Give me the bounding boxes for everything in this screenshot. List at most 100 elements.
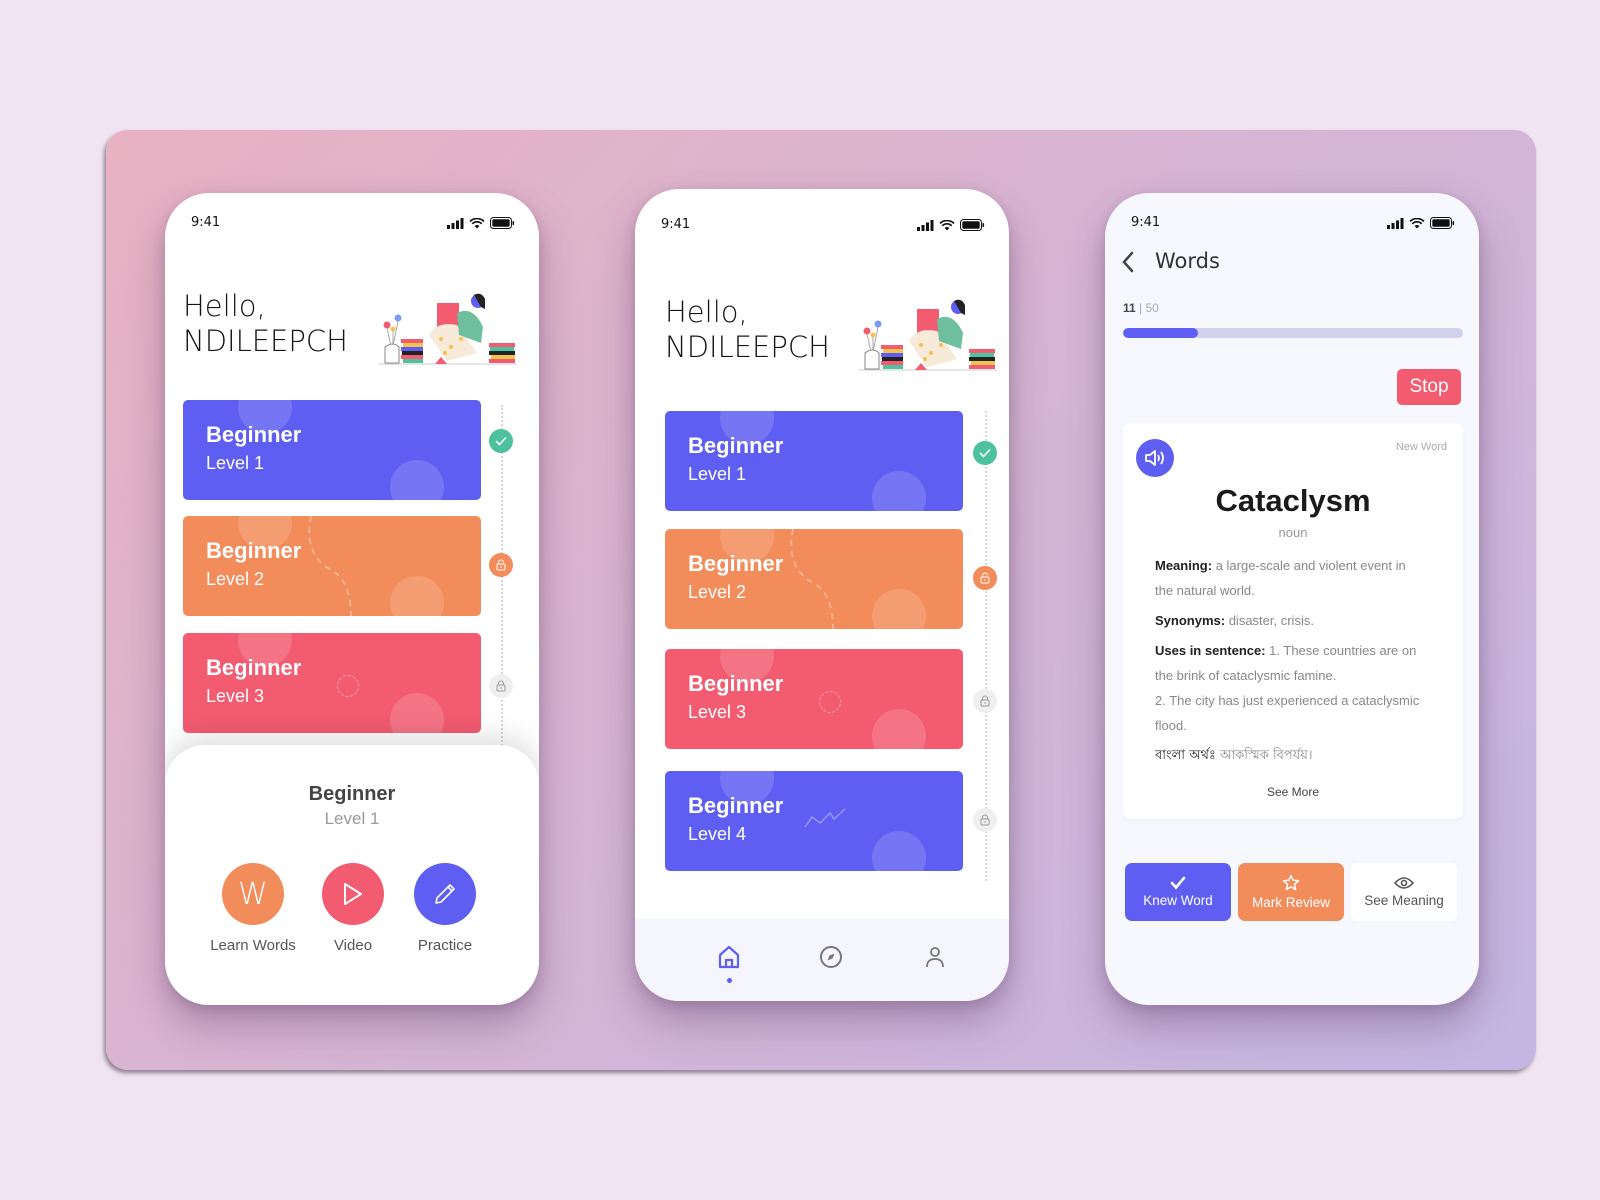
reading-illustration-icon [379,293,517,365]
level-card-4[interactable]: Beginner Level 4 [665,771,963,871]
back-button[interactable] [1121,251,1135,278]
status-time: 9:41 [661,217,691,232]
greeting: Hello, NDILEEPCH [183,289,348,359]
meaning-row: Meaning: a large-scale and violent event… [1155,553,1423,603]
practice-button[interactable]: Practice [400,863,490,954]
play-icon [344,883,362,905]
wifi-icon [939,219,955,230]
greeting: Hello, NDILEEPCH [665,295,830,365]
level-title: Beginner [206,422,302,447]
signal-icon [447,217,464,229]
uses-sentence-2: 2. The city has just experienced a catac… [1155,693,1420,733]
level-title: Beginner [688,433,784,458]
see-more-link[interactable]: See More [1123,785,1463,799]
level-card-2[interactable]: Beginner Level 2 [183,516,481,616]
level-title: Beginner [206,538,302,563]
lock-icon [496,680,506,692]
progress-bar [1123,328,1463,338]
synonyms-row: Synonyms: disaster, crisis. [1155,608,1423,633]
level-title: Beginner [688,671,784,696]
see-meaning-button[interactable]: See Meaning [1351,863,1457,921]
knew-word-button[interactable]: Knew Word [1125,863,1231,921]
video-button[interactable]: Video [308,863,398,954]
status-time: 9:41 [1131,215,1161,230]
unlock-icon [980,572,990,584]
synonyms-label: Synonyms: [1155,613,1226,628]
stop-button[interactable]: Stop [1397,369,1461,405]
level-2-unlocked-badge [973,566,997,590]
learn-words-label: Learn Words [210,937,296,954]
star-icon [1282,874,1300,891]
tab-home[interactable] [716,944,744,972]
battery-icon [1430,217,1455,229]
pronounce-button[interactable] [1136,439,1174,477]
signal-icon [1387,217,1404,229]
level-action-sheet: Beginner Level 1 W Learn Words Video Pra… [165,745,539,1005]
page-title: Words [1155,249,1220,273]
user-icon [926,947,944,968]
part-of-speech: noun [1278,525,1308,540]
unlock-icon [496,559,506,571]
progress-label: 11 | 50 [1123,301,1159,315]
uses-label: Uses in sentence: [1155,643,1266,658]
level-subtitle: Level 3 [206,686,265,706]
level-card-2[interactable]: Beginner Level 2 [665,529,963,629]
sheet-title: Beginner [308,783,396,805]
tab-explore[interactable] [818,944,846,972]
status-bar: 9:41 [635,211,1009,232]
see-meaning-label: See Meaning [1364,893,1444,908]
progress-separator: | [1139,301,1143,315]
level-1-completed-badge [489,429,513,453]
word-card: New Word Cataclysm noun Meaning: a large… [1123,423,1463,819]
wifi-icon [469,217,485,228]
level-subtitle: Level 3 [688,702,747,722]
practice-label: Practice [417,937,473,954]
progress-current: 11 [1123,301,1136,315]
level-card-1[interactable]: Beginner Level 1 [183,400,481,500]
home-icon [718,945,740,969]
check-icon [979,448,991,458]
letter-w-icon: W [238,876,268,912]
check-icon [495,436,507,446]
new-word-tag: New Word [1395,441,1447,453]
level-card-3[interactable]: Beginner Level 3 [183,633,481,733]
bottom-tab-bar [635,919,1009,1001]
greeting-text: Hello, [665,295,748,329]
eye-icon [1394,877,1414,889]
active-tab-indicator [727,978,732,983]
level-2-unlocked-badge [489,553,513,577]
level-3-locked-badge [973,689,997,713]
status-bar: 9:41 [1105,215,1479,235]
level-card-3[interactable]: Beginner Level 3 [665,649,963,749]
level-title: Beginner [688,551,784,576]
check-icon [1170,876,1186,890]
phone-words: 9:41 Words 11 | 50 Stop New Word Catacly… [1105,193,1479,1005]
mark-review-label: Mark Review [1251,895,1330,910]
greeting-text: Hello, [183,289,266,323]
learn-words-button[interactable]: W Learn Words [208,863,298,954]
level-card-1[interactable]: Beginner Level 1 [665,411,963,511]
battery-icon [490,217,515,229]
speaker-icon [1145,450,1164,466]
level-title: Beginner [688,793,784,818]
pencil-icon [435,884,455,904]
level-timeline [501,405,503,765]
level-subtitle: Level 2 [688,582,747,602]
username: NDILEEPCH [183,324,348,358]
status-bar: 9:41 [165,215,539,235]
meaning-label: Meaning: [1155,558,1213,573]
level-4-locked-badge [973,808,997,832]
compass-icon [820,946,842,968]
chevron-left-icon [1122,251,1134,273]
bangla-label: বাংলা অর্থঃ [1155,748,1216,763]
level-title: Beginner [206,655,302,680]
battery-icon [960,219,985,231]
level-3-locked-badge [489,674,513,698]
mark-review-button[interactable]: Mark Review [1238,863,1344,921]
tab-profile[interactable] [922,944,950,972]
uses-row: Uses in sentence: 1. These countries are… [1155,638,1423,688]
level-subtitle: Level 2 [206,569,265,589]
sheet-subtitle: Level 1 [324,809,380,828]
lock-icon [980,695,990,707]
word-title: Cataclysm [1215,483,1371,518]
